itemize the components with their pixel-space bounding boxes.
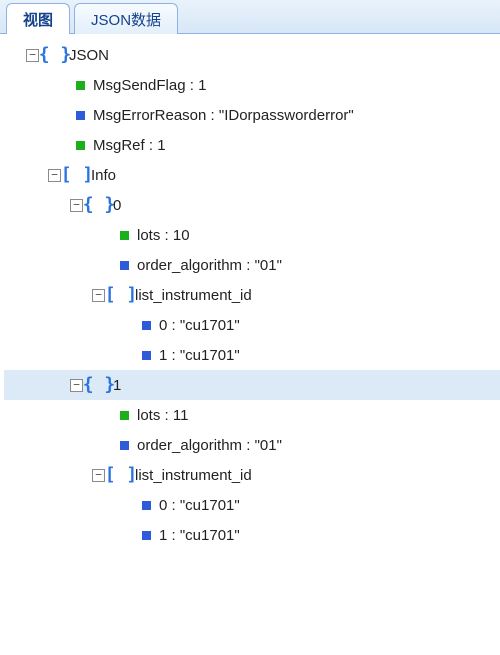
node-label: 0 : "cu1701"	[159, 317, 240, 334]
array-icon: [ ]	[67, 166, 87, 184]
node-label: lots : 11	[137, 407, 188, 424]
tree-node-info-1[interactable]: − { } 1	[4, 370, 500, 400]
tree-leaf-list-entry[interactable]: 0 : "cu1701"	[4, 310, 500, 340]
node-label: list_instrument_id	[135, 467, 252, 484]
collapse-icon[interactable]: −	[48, 169, 61, 182]
collapse-icon[interactable]: −	[26, 49, 39, 62]
object-icon: { }	[89, 196, 109, 214]
collapse-icon[interactable]: −	[92, 469, 105, 482]
tab-view[interactable]: 视图	[6, 3, 70, 34]
node-label: list_instrument_id	[135, 287, 252, 304]
collapse-icon[interactable]: −	[70, 199, 83, 212]
string-bullet-icon	[76, 111, 85, 120]
tree-node-list-instrument-id[interactable]: − [ ] list_instrument_id	[4, 280, 500, 310]
number-bullet-icon	[76, 141, 85, 150]
object-icon: { }	[89, 376, 109, 394]
tree-leaf-msgref[interactable]: MsgRef : 1	[4, 130, 500, 160]
node-label: 1 : "cu1701"	[159, 347, 240, 364]
array-icon: [ ]	[111, 466, 131, 484]
tree-node-list-instrument-id[interactable]: − [ ] list_instrument_id	[4, 460, 500, 490]
node-label: MsgErrorReason : "IDorpassworderror"	[93, 107, 354, 124]
node-label: MsgRef : 1	[93, 137, 166, 154]
node-label: 0	[113, 197, 121, 214]
tree-leaf-list-entry[interactable]: 0 : "cu1701"	[4, 490, 500, 520]
node-label: 0 : "cu1701"	[159, 497, 240, 514]
node-label: JSON	[69, 47, 109, 64]
number-bullet-icon	[76, 81, 85, 90]
tree-node-root[interactable]: − { } JSON	[4, 40, 500, 70]
string-bullet-icon	[142, 351, 151, 360]
collapse-icon[interactable]: −	[70, 379, 83, 392]
tree-leaf-lots[interactable]: lots : 11	[4, 400, 500, 430]
tree-leaf-lots[interactable]: lots : 10	[4, 220, 500, 250]
string-bullet-icon	[142, 321, 151, 330]
tree-leaf-order-algorithm[interactable]: order_algorithm : "01"	[4, 250, 500, 280]
tree-node-info-0[interactable]: − { } 0	[4, 190, 500, 220]
array-icon: [ ]	[111, 286, 131, 304]
node-label: lots : 10	[137, 227, 190, 244]
collapse-icon[interactable]: −	[92, 289, 105, 302]
json-tree: − { } JSON MsgSendFlag : 1 MsgErrorReaso…	[0, 34, 500, 556]
node-label: order_algorithm : "01"	[137, 257, 282, 274]
node-label: 1	[113, 377, 121, 394]
node-label: 1 : "cu1701"	[159, 527, 240, 544]
string-bullet-icon	[142, 501, 151, 510]
string-bullet-icon	[120, 441, 129, 450]
node-label: Info	[91, 167, 116, 184]
tab-strip: 视图 JSON数据	[0, 0, 500, 34]
number-bullet-icon	[120, 411, 129, 420]
tree-leaf-order-algorithm[interactable]: order_algorithm : "01"	[4, 430, 500, 460]
tree-leaf-msgerrorreason[interactable]: MsgErrorReason : "IDorpassworderror"	[4, 100, 500, 130]
tab-json-data[interactable]: JSON数据	[74, 3, 178, 34]
node-label: order_algorithm : "01"	[137, 437, 282, 454]
tree-leaf-list-entry[interactable]: 1 : "cu1701"	[4, 340, 500, 370]
tree-leaf-msgsendflag[interactable]: MsgSendFlag : 1	[4, 70, 500, 100]
tree-node-info[interactable]: − [ ] Info	[4, 160, 500, 190]
node-label: MsgSendFlag : 1	[93, 77, 206, 94]
string-bullet-icon	[142, 531, 151, 540]
string-bullet-icon	[120, 261, 129, 270]
object-icon: { }	[45, 46, 65, 64]
tree-leaf-list-entry[interactable]: 1 : "cu1701"	[4, 520, 500, 550]
number-bullet-icon	[120, 231, 129, 240]
